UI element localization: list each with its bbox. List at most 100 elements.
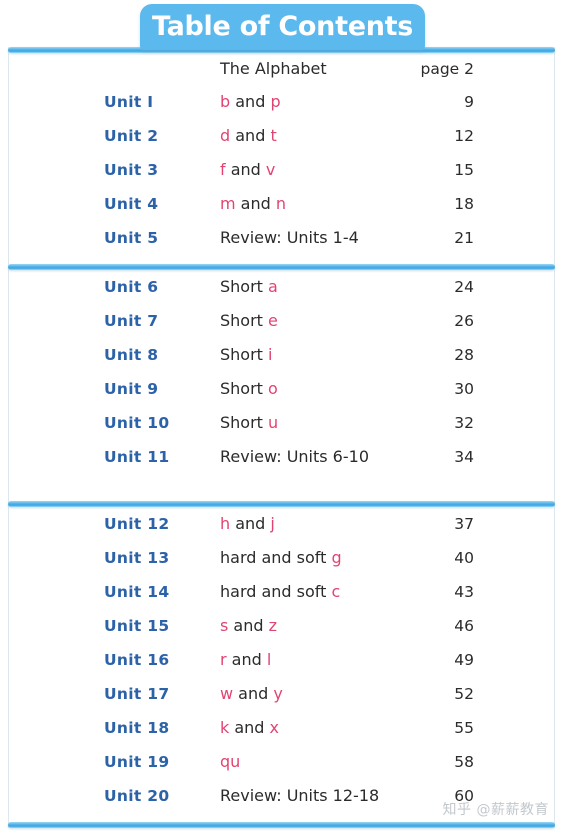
contents-section-1: The Alphabet page 2 Unit Ib and p 9 Unit 2d … [8,53,555,255]
topic-conjunction: and [235,194,276,213]
unit-label: Unit 12 [104,515,170,533]
topic-highlight-letter: r [220,650,227,669]
topic-conjunction: and [230,126,271,145]
unit-label: Unit 5 [104,229,159,247]
divider-middle-1 [8,264,555,270]
topic-text: Short [220,379,269,398]
contents-row: Unit 10 Short u 32 [8,406,555,440]
page-number: 32 [454,414,474,432]
contents-row: Unit 16 r and l 49 [8,643,555,677]
contents-row: Unit 19 qu 58 [8,745,555,779]
page-number: 15 [454,161,474,179]
unit-label: Unit 6 [104,278,159,296]
unit-label: Unit 17 [104,685,170,703]
topic-text: Short [220,311,269,330]
topic-conjunction: and [225,160,266,179]
unit-label: Unit 20 [104,787,170,805]
page-number: 58 [454,753,474,771]
page-number: 12 [454,127,474,145]
topic-text: Short [220,277,269,296]
contents-row: The Alphabet page 2 [8,53,555,85]
contents-row: Unit 3f and v 15 [8,153,555,187]
topic-conjunction: and [230,514,271,533]
page-number: 9 [464,93,474,111]
topic-highlight-letter: j [270,514,275,533]
unit-label: Unit 16 [104,651,170,669]
unit-label: Unit I [104,93,154,111]
topic-text: Review: Units 12-18 [220,786,380,805]
unit-label: Unit 15 [104,617,170,635]
topic-highlight-letter: d [220,126,231,145]
page-number: 37 [454,515,474,533]
topic-text: Short [220,345,269,364]
topic-highlight-letter: t [270,126,277,145]
unit-label: Unit 2 [104,127,159,145]
topic-conjunction: and [229,718,270,737]
contents-row: Unit 17 w and y 52 [8,677,555,711]
unit-label: Unit 8 [104,346,159,364]
topic-highlight-letter: a [268,277,278,296]
contents-row: Unit 8 Short i 28 [8,338,555,372]
page-number: 24 [454,278,474,296]
topic-text: Review: Units 6-10 [220,447,369,466]
topic-highlight-letter: g [331,548,342,567]
topic-highlight-letter: b [220,92,231,111]
topic-highlight-letter: x [269,718,280,737]
unit-label: Unit 4 [104,195,159,213]
topic-conjunction: and [228,616,269,635]
topic-highlight-letter: e [268,311,278,330]
unit-label: Unit 19 [104,753,170,771]
topic-text: The Alphabet [220,59,327,78]
page-number: 40 [454,549,474,567]
page-number: 52 [454,685,474,703]
title-banner-shape: Table of Contents [140,4,425,50]
unit-label: Unit 9 [104,380,159,398]
page-number: 55 [454,719,474,737]
unit-label: Unit 18 [104,719,170,737]
contents-row: Unit 9 Short o 30 [8,372,555,406]
topic-highlight-letter: z [268,616,278,635]
unit-label: Unit 7 [104,312,159,330]
watermark: 知乎 @薪薪教育 [442,802,549,818]
page-number: 18 [454,195,474,213]
page-number: 46 [454,617,474,635]
contents-row: Unit 11 Review: Units 6-10 34 [8,440,555,474]
topic-text: Short [220,413,269,432]
topic-highlight-letter: m [220,194,236,213]
contents-row: Unit 2 d and t 12 [8,119,555,153]
topic-highlight-letter: w [220,684,234,703]
contents-row: Unit 7 Short e 26 [8,304,555,338]
topic-highlight-letter: v [265,160,276,179]
contents-section-3: Unit 12 h and j 37 Unit 13 hard and soft g 40… [8,507,555,813]
topic-highlight-letter: k [220,718,230,737]
contents-row: Unit 13 hard and soft g 40 [8,541,555,575]
topic-highlight-letter: p [270,92,281,111]
unit-label: Unit 13 [104,549,170,567]
contents-row: Unit 18 k and x 55 [8,711,555,745]
topic-highlight-letter: y [273,684,283,703]
unit-label: Unit 11 [104,448,170,466]
page-number: 43 [454,583,474,601]
page-number: 28 [454,346,474,364]
page-number: page 2 [420,60,474,78]
table-of-contents-page: Table of Contents The Alphabet page 2 Unit… [0,0,563,837]
page-number: 21 [454,229,474,247]
page-number: 30 [454,380,474,398]
page-number: 26 [454,312,474,330]
page-title: Table of Contents [151,11,414,42]
title-banner: Table of Contents [0,0,563,50]
topic-highlight-letter: n [275,194,287,213]
topic-text: hard and soft [220,548,332,567]
topic-conjunction: and [226,650,267,669]
topic-conjunction: and [233,684,274,703]
topic-conjunction: and [230,92,271,111]
divider-middle-2 [8,501,555,507]
contents-row: Unit I b and p 9 [8,85,555,119]
contents-row: Unit 4 m and n 18 [8,187,555,221]
topic-highlight-letter: l [266,650,272,669]
topic-highlight-letter: h [220,514,231,533]
contents-row: Unit 14 hard and soft c 43 [8,575,555,609]
topic-highlight-letter: o [268,379,278,398]
topic-highlight-letter: u [268,413,279,432]
unit-label: Unit 3 [104,161,159,179]
